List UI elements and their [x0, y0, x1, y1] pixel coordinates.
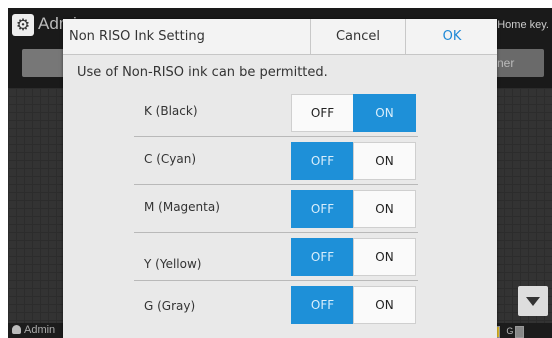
cancel-button[interactable]: Cancel	[310, 19, 405, 54]
on-button[interactable]: ON	[353, 238, 416, 276]
scroll-down-icon[interactable]	[518, 286, 548, 316]
background-right-button: ner	[494, 49, 544, 77]
off-button[interactable]: OFF	[291, 238, 354, 276]
row-cyan: C (Cyan) OFF ON	[134, 137, 418, 185]
toggle-yellow: OFF ON	[291, 238, 416, 276]
row-magenta: M (Magenta) OFF ON	[134, 185, 418, 233]
row-yellow: Y (Yellow) OFF ON	[134, 233, 418, 281]
on-button[interactable]: ON	[353, 190, 416, 228]
status-user-name: Admin	[24, 324, 56, 336]
user-icon	[12, 325, 21, 334]
toggle-magenta: OFF ON	[291, 190, 416, 228]
row-label: G (Gray)	[144, 299, 196, 313]
toggle-gray: OFF ON	[291, 286, 416, 324]
off-button[interactable]: OFF	[291, 142, 354, 180]
gear-icon: ⚙	[12, 14, 34, 36]
row-label: Y (Yellow)	[144, 257, 202, 271]
status-user: Admin	[12, 324, 55, 336]
background-hint: Home key.	[497, 19, 549, 31]
row-label: M (Magenta)	[144, 200, 220, 214]
background-left-button	[22, 49, 68, 77]
on-button[interactable]: ON	[353, 94, 416, 132]
ok-button[interactable]: OK	[405, 19, 497, 54]
ink-g: G	[506, 325, 525, 338]
on-button[interactable]: ON	[353, 142, 416, 180]
row-label: K (Black)	[144, 104, 198, 118]
on-button[interactable]: ON	[353, 286, 416, 324]
row-black: K (Black) OFF ON	[134, 89, 418, 137]
dialog-title: Non RISO Ink Setting	[69, 29, 205, 44]
off-button[interactable]: OFF	[291, 94, 354, 132]
row-gray: G (Gray) OFF ON	[134, 281, 418, 329]
dialog-header: Non RISO Ink Setting Cancel OK	[63, 19, 497, 55]
off-button[interactable]: OFF	[291, 286, 354, 324]
row-label: C (Cyan)	[144, 152, 196, 166]
off-button[interactable]: OFF	[291, 190, 354, 228]
non-riso-ink-dialog: Non RISO Ink Setting Cancel OK Use of No…	[63, 19, 497, 338]
dialog-description: Use of Non-RISO ink can be permitted.	[77, 65, 328, 80]
toggle-cyan: OFF ON	[291, 142, 416, 180]
toggle-black: OFF ON	[291, 94, 416, 132]
